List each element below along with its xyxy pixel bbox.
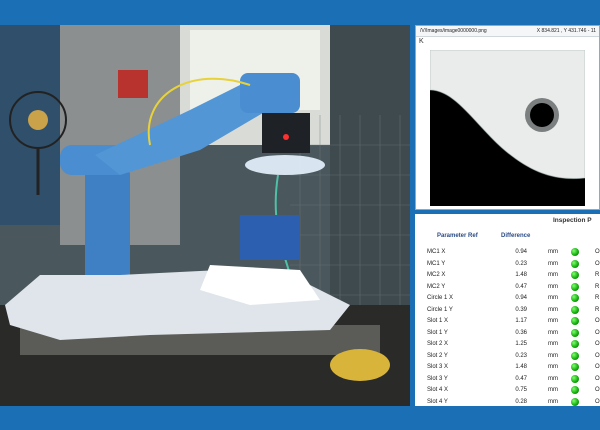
image-file-path: /V/Images/image0000000.png: [420, 28, 487, 34]
status-text: O: [595, 364, 600, 370]
robot-camera-feed: [0, 25, 410, 406]
status-led-icon: [571, 305, 579, 314]
status-led-icon: [571, 248, 579, 256]
column-header-difference: Difference: [501, 233, 531, 239]
table-row: MC2 X 1.48 mm R: [415, 271, 600, 283]
column-header-parameter: Parameter Ref: [437, 233, 478, 239]
param-name: Slot 3 Y: [427, 375, 448, 382]
table-row: MC1 X 0.94 mm O: [415, 248, 600, 260]
difference-value: 0.94: [515, 295, 527, 301]
difference-value: 0.94: [515, 249, 527, 255]
status-led-icon: [571, 397, 579, 406]
inspection-image[interactable]: [430, 50, 585, 206]
status-led-icon: [571, 374, 579, 383]
param-name: Slot 1 X: [427, 318, 449, 324]
status-text: O: [595, 375, 600, 382]
inspection-title: Inspection P: [553, 217, 592, 224]
param-name: Slot 2 Y: [427, 352, 448, 359]
status-text: O: [595, 387, 600, 393]
status-text: R: [595, 295, 600, 301]
status-led-icon: [571, 328, 579, 337]
param-name: Slot 4 Y: [427, 398, 448, 405]
unit-label: mm: [548, 364, 558, 370]
param-name: MC2 Y: [427, 283, 446, 290]
status-text: O: [595, 260, 600, 267]
unit-label: mm: [548, 272, 558, 278]
table-row: Slot 1 X 1.17 mm O: [415, 317, 600, 329]
param-name: Slot 3 X: [427, 364, 449, 370]
table-row: Slot 1 Y 0.36 mm O: [415, 328, 600, 341]
status-text: O: [595, 318, 600, 324]
param-name: MC1 Y: [427, 260, 446, 267]
unit-label: mm: [548, 398, 558, 405]
difference-value: 1.48: [515, 364, 527, 370]
viewer-titlebar: /V/Images/image0000000.png X 834.821 , Y…: [416, 26, 599, 37]
status-led-icon: [571, 294, 579, 302]
param-name: Circle 1 X: [427, 295, 454, 301]
table-row: Slot 3 Y 0.47 mm O: [415, 374, 600, 387]
param-name: Circle 1 Y: [427, 306, 453, 313]
unit-label: mm: [548, 352, 558, 359]
status-led-icon: [571, 282, 579, 291]
status-text: O: [595, 249, 600, 255]
status-text: R: [595, 272, 600, 278]
robot-cell-scene: [0, 25, 410, 406]
status-text: O: [595, 352, 600, 359]
difference-value: 0.36: [515, 329, 527, 336]
table-row: MC2 Y 0.47 mm R: [415, 282, 600, 295]
param-name: MC2 X: [427, 272, 446, 278]
table-row: Slot 2 X 1.25 mm O: [415, 340, 600, 352]
status-led-icon: [571, 317, 579, 325]
part-closeup-graphic: [430, 50, 585, 206]
unit-label: mm: [548, 283, 558, 290]
unit-label: mm: [548, 375, 558, 382]
difference-value: 1.48: [515, 272, 527, 278]
status-led-icon: [571, 271, 579, 279]
inspection-panel: Inspection P Parameter Ref Difference MC…: [415, 214, 600, 406]
cursor-coordinates: X 834.821 , Y 431.746 - 11: [536, 28, 596, 34]
unit-label: mm: [548, 295, 558, 301]
status-text: R: [595, 283, 600, 290]
param-name: Slot 1 Y: [427, 329, 448, 336]
status-led-icon: [571, 351, 579, 360]
status-led-icon: [571, 259, 579, 268]
image-viewer-window: /V/Images/image0000000.png X 834.821 , Y…: [415, 25, 600, 210]
difference-value: 0.47: [515, 375, 527, 382]
status-text: O: [595, 341, 600, 347]
footer-band: [0, 406, 600, 430]
status-led-icon: [571, 386, 579, 394]
table-row: Circle 1 Y 0.39 mm R: [415, 305, 600, 318]
unit-label: mm: [548, 260, 558, 267]
status-led-icon: [571, 363, 579, 371]
param-name: Slot 2 X: [427, 341, 449, 347]
pointer-tool-icon[interactable]: K: [419, 38, 424, 45]
status-led-icon: [571, 340, 579, 348]
status-text: O: [595, 329, 600, 336]
unit-label: mm: [548, 341, 558, 347]
difference-value: 0.75: [515, 387, 527, 393]
difference-value: 0.28: [515, 398, 527, 405]
difference-value: 1.17: [515, 318, 527, 324]
difference-value: 0.23: [515, 260, 527, 267]
table-row: Slot 4 X 0.75 mm O: [415, 386, 600, 398]
difference-value: 0.47: [515, 283, 527, 290]
unit-label: mm: [548, 329, 558, 336]
param-name: MC1 X: [427, 249, 446, 255]
param-name: Slot 4 X: [427, 387, 449, 393]
table-row: Circle 1 X 0.94 mm R: [415, 294, 600, 306]
status-text: O: [595, 398, 600, 405]
unit-label: mm: [548, 306, 558, 313]
unit-label: mm: [548, 387, 558, 393]
difference-value: 0.23: [515, 352, 527, 359]
difference-value: 1.25: [515, 341, 527, 347]
table-row: Slot 3 X 1.48 mm O: [415, 363, 600, 375]
table-row: Slot 2 Y 0.23 mm O: [415, 351, 600, 364]
unit-label: mm: [548, 318, 558, 324]
table-row: MC1 Y 0.23 mm O: [415, 259, 600, 272]
status-text: R: [595, 306, 600, 313]
table-row: Slot 4 Y 0.28 mm O: [415, 397, 600, 407]
unit-label: mm: [548, 249, 558, 255]
difference-value: 0.39: [515, 306, 527, 313]
